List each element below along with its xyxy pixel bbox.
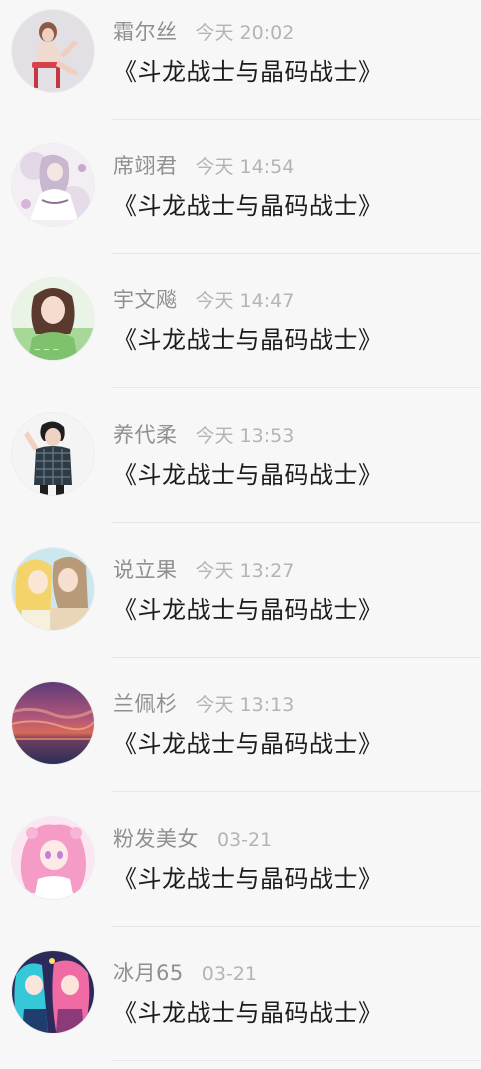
avatar-anime-couple-icon <box>12 548 94 630</box>
avatar[interactable]: ~ ~ ~ <box>12 278 94 360</box>
divider <box>112 522 481 523</box>
username[interactable]: 冰月65 <box>113 961 184 985</box>
avatar[interactable] <box>12 144 94 226</box>
comment-item[interactable]: 粉发美女 03-21 《斗龙战士与晶码战士》 <box>0 807 481 927</box>
username[interactable]: 粉发美女 <box>113 827 199 851</box>
comment-text: 《斗龙战士与晶码战士》 <box>113 596 383 624</box>
username[interactable]: 养代柔 <box>113 423 178 447</box>
divider <box>112 387 481 388</box>
username[interactable]: 宇文飚 <box>113 288 178 312</box>
comment-text: 《斗龙战士与晶码战士》 <box>113 999 383 1027</box>
avatar-anime-duo-icon <box>12 951 94 1033</box>
divider <box>112 791 481 792</box>
avatar[interactable] <box>12 817 94 899</box>
avatar-woman-red-chair-icon <box>12 10 94 92</box>
comment-text: 《斗龙战士与晶码战士》 <box>113 58 383 86</box>
timestamp: 今天 14:47 <box>195 290 295 312</box>
timestamp: 今天 13:53 <box>195 425 295 447</box>
timestamp: 今天 13:27 <box>195 560 295 582</box>
comment-item[interactable]: 说立果 今天 13:27 《斗龙战士与晶码战士》 <box>0 538 481 658</box>
comment-meta: 霜尔丝 今天 20:02 <box>113 16 294 46</box>
avatar-girl-green-icon: ~ ~ ~ <box>12 278 94 360</box>
divider <box>112 1060 481 1061</box>
comment-meta: 席翊君 今天 14:54 <box>113 150 294 180</box>
comment-meta: 说立果 今天 13:27 <box>113 554 294 584</box>
comment-text: 《斗龙战士与晶码战士》 <box>113 192 383 220</box>
avatar[interactable] <box>12 413 94 495</box>
avatar[interactable] <box>12 951 94 1033</box>
avatar-anime-white-dress-icon <box>12 144 94 226</box>
timestamp: 今天 20:02 <box>195 22 295 44</box>
comment-text: 《斗龙战士与晶码战士》 <box>113 730 383 758</box>
comment-list: 霜尔丝 今天 20:02 《斗龙战士与晶码战士》 席翊君 今天 14:54 《斗龙战… <box>0 0 481 1069</box>
comment-item[interactable]: 兰佩杉 今天 13:13 《斗龙战士与晶码战士》 <box>0 672 481 792</box>
comment-text: 《斗龙战士与晶码战士》 <box>113 461 383 489</box>
comment-text: 《斗龙战士与晶码战士》 <box>113 865 383 893</box>
avatar-boy-plaid-icon <box>12 413 94 495</box>
avatar[interactable] <box>12 682 94 764</box>
timestamp: 03-21 <box>201 963 257 985</box>
username[interactable]: 霜尔丝 <box>113 20 178 44</box>
username[interactable]: 说立果 <box>113 558 178 582</box>
comment-meta: 宇文飚 今天 14:47 <box>113 284 294 314</box>
comment-meta: 养代柔 今天 13:53 <box>113 419 294 449</box>
avatar[interactable] <box>12 548 94 630</box>
comment-meta: 粉发美女 03-21 <box>113 823 272 853</box>
username[interactable]: 兰佩杉 <box>113 692 178 716</box>
divider <box>112 253 481 254</box>
divider <box>112 657 481 658</box>
timestamp: 今天 14:54 <box>195 156 295 178</box>
avatar[interactable] <box>12 10 94 92</box>
comment-item[interactable]: 霜尔丝 今天 20:02 《斗龙战士与晶码战士》 <box>0 0 481 120</box>
timestamp: 03-21 <box>217 829 273 851</box>
comment-meta: 冰月65 03-21 <box>113 957 257 987</box>
comment-text: 《斗龙战士与晶码战士》 <box>113 326 383 354</box>
divider <box>112 926 481 927</box>
username[interactable]: 席翊君 <box>113 154 178 178</box>
timestamp: 今天 13:13 <box>195 694 295 716</box>
avatar-pink-hair-anime-icon <box>12 817 94 899</box>
divider <box>112 119 481 120</box>
comment-item[interactable]: ~ ~ ~ 宇文飚 今天 14:47 《斗龙战士与晶码战士》 <box>0 268 481 388</box>
comment-item[interactable]: 席翊君 今天 14:54 《斗龙战士与晶码战士》 <box>0 134 481 254</box>
comment-item[interactable]: 养代柔 今天 13:53 《斗龙战士与晶码战士》 <box>0 403 481 523</box>
comment-item[interactable]: 冰月65 03-21 《斗龙战士与晶码战士》 <box>0 941 481 1061</box>
comment-meta: 兰佩杉 今天 13:13 <box>113 688 294 718</box>
avatar-sunset-sea-icon <box>12 682 94 764</box>
svg-text:~ ~ ~: ~ ~ ~ <box>34 345 59 354</box>
